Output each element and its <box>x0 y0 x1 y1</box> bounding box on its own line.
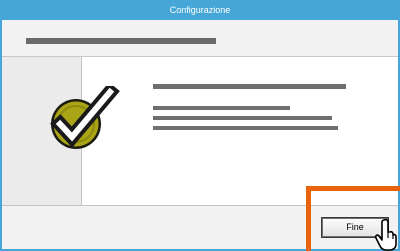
setup-wizard-window: Configurazione Fine <box>0 0 400 251</box>
window-title: Configurazione <box>169 5 231 15</box>
title-bar: Configurazione <box>0 0 400 20</box>
mouse-cursor-icon <box>374 218 398 251</box>
